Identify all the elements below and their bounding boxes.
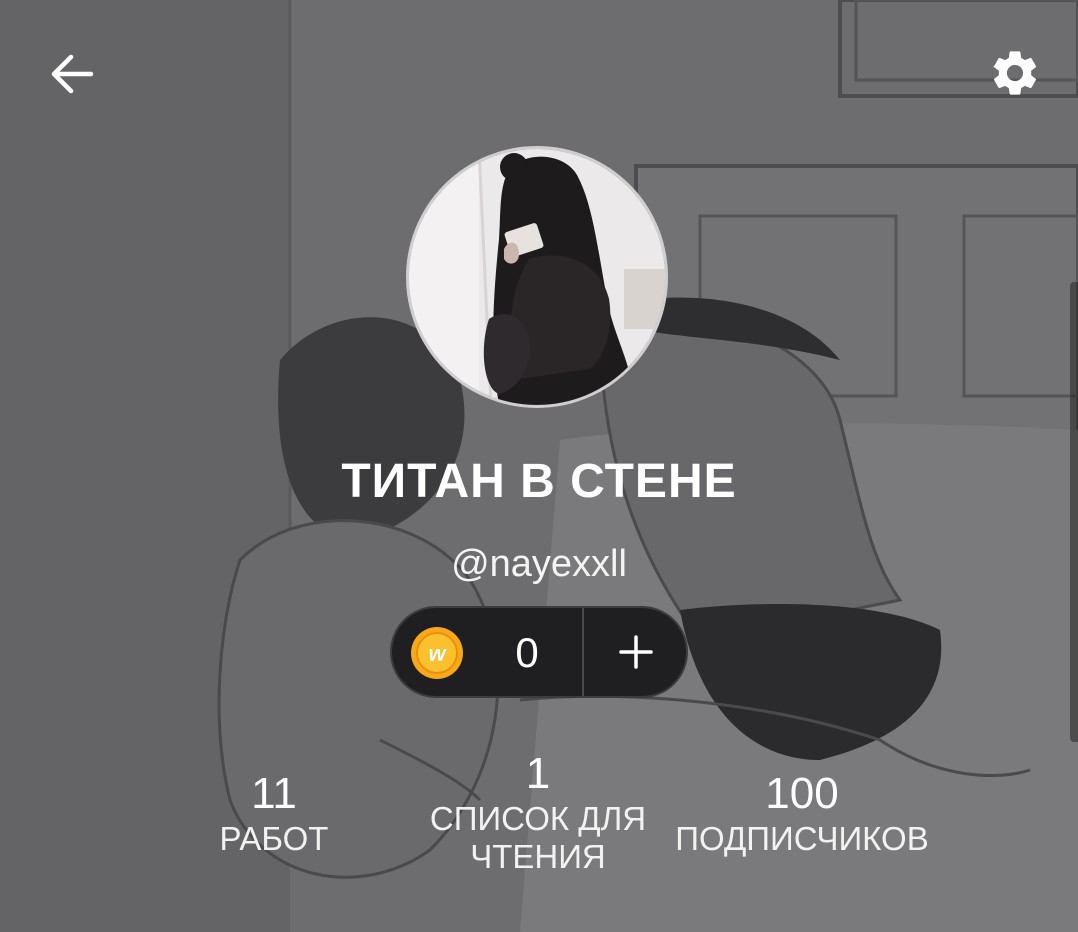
profile-username: @nayexxll xyxy=(451,543,627,585)
coin-balance: 0 xyxy=(515,629,539,676)
svg-text:w: w xyxy=(428,641,447,666)
stat-reading-lists-count: 1 xyxy=(525,749,551,798)
back-button[interactable] xyxy=(40,44,104,104)
stat-works-label: РАБОТ xyxy=(219,820,329,857)
gear-icon xyxy=(993,51,1037,95)
profile-display-name: ТИТАН В СТЕНЕ xyxy=(341,455,737,508)
stat-followers[interactable]: 100 ПОДПИСЧИКОВ xyxy=(660,768,944,858)
stat-works-count: 11 xyxy=(251,769,297,818)
stat-works[interactable]: 11 РАБОТ xyxy=(196,768,352,858)
stat-followers-count: 100 xyxy=(765,769,839,818)
stat-reading-lists[interactable]: 1 СПИСОК ДЛЯ ЧТЕНИЯ xyxy=(412,748,664,876)
wattpad-coin-icon: w xyxy=(411,627,463,679)
coins-divider xyxy=(582,608,584,696)
stat-reading-lists-label-line2: ЧТЕНИЯ xyxy=(470,838,606,875)
scroll-edge xyxy=(1070,282,1078,742)
stat-followers-label: ПОДПИСЧИКОВ xyxy=(675,820,929,857)
plus-icon xyxy=(619,635,653,669)
settings-button[interactable] xyxy=(982,40,1048,106)
avatar-image xyxy=(409,149,665,405)
coins-widget[interactable]: w 0 xyxy=(390,606,688,698)
arrow-left-icon xyxy=(51,54,94,94)
stat-reading-lists-label-line1: СПИСОК ДЛЯ xyxy=(429,800,647,837)
add-coins-button[interactable] xyxy=(586,608,686,696)
profile-avatar[interactable] xyxy=(406,146,668,408)
